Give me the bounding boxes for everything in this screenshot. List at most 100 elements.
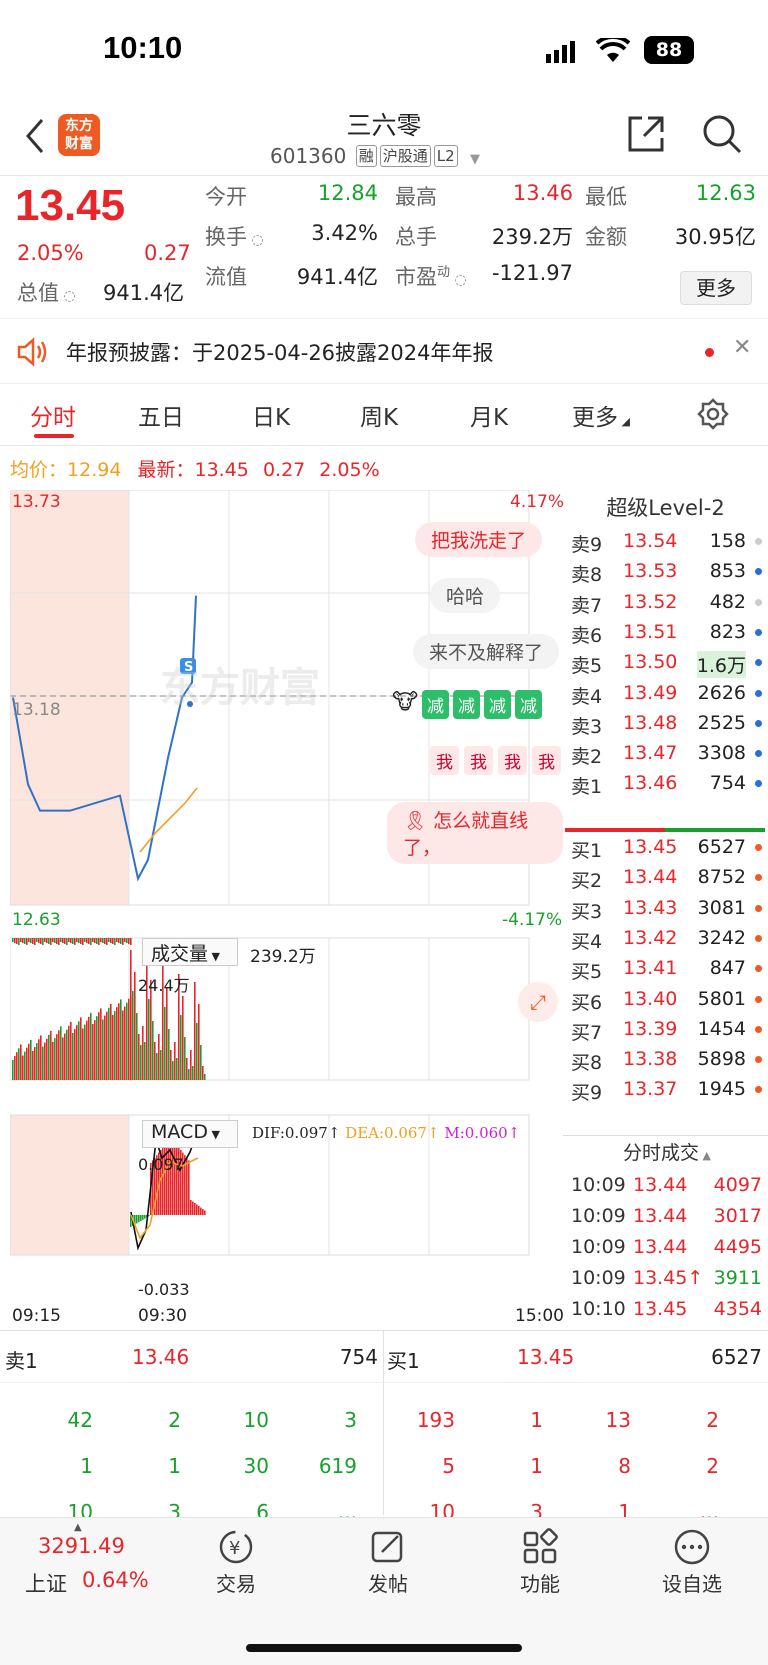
more-button[interactable]: 更多 bbox=[680, 271, 752, 305]
volume-bar bbox=[44, 938, 46, 942]
volume-bar bbox=[100, 938, 102, 942]
volume-bar bbox=[120, 938, 122, 944]
volume-bar bbox=[52, 938, 54, 942]
ask-row[interactable]: 卖6 13.51 823 bbox=[563, 617, 768, 649]
trades-title[interactable]: 分时成交 ▲ bbox=[623, 1138, 711, 1165]
macd-bar bbox=[174, 1142, 176, 1215]
battery-level: 88 bbox=[655, 39, 683, 61]
volume-bar bbox=[166, 988, 168, 1080]
bid-row[interactable]: 买6 13.40 5801 bbox=[563, 984, 768, 1016]
tab-daily-k[interactable]: 日K bbox=[252, 398, 290, 432]
volume-bar bbox=[188, 1069, 190, 1080]
bid-row[interactable]: 买8 13.38 5898 bbox=[563, 1044, 768, 1076]
settings-icon[interactable] bbox=[697, 398, 729, 434]
volume-bar bbox=[96, 1016, 98, 1080]
bid-row[interactable]: 买2 13.44 8752 bbox=[563, 862, 768, 894]
close-icon[interactable]: ✕ bbox=[733, 335, 751, 360]
volume-bar bbox=[106, 938, 108, 945]
avg-price: 12.94 bbox=[67, 459, 122, 481]
volume-bar bbox=[130, 938, 132, 945]
bid-row[interactable]: 买9 13.37 1945 bbox=[563, 1074, 768, 1106]
nav-functions[interactable]: 功能 bbox=[490, 1528, 590, 1597]
bid-row[interactable]: 买7 13.39 1454 bbox=[563, 1014, 768, 1046]
intraday-chart[interactable]: S 13.73 13.18 12.63 4.17% -4.17% 东方财富 把我… bbox=[9, 489, 565, 1329]
queue-cell: 2 bbox=[706, 1454, 719, 1478]
tab-weekly-k[interactable]: 周K bbox=[360, 398, 398, 432]
stat-label: 换手 ◌ bbox=[205, 225, 264, 249]
info-icon: ◌ bbox=[450, 272, 467, 288]
ask-row[interactable]: 卖9 13.54 158 bbox=[563, 526, 768, 558]
notice-bar[interactable]: 年报预披露：于2025-04-26披露2024年年报 ✕ bbox=[0, 318, 768, 384]
volume-bar bbox=[50, 938, 52, 945]
tab-five-day[interactable]: 五日 bbox=[138, 398, 184, 432]
volume-bar bbox=[114, 938, 116, 945]
nav-post[interactable]: 发帖 bbox=[338, 1528, 438, 1597]
avg-price-line bbox=[139, 787, 198, 853]
share-icon[interactable] bbox=[624, 112, 668, 160]
queue-bid-price: 13.45 bbox=[517, 1345, 575, 1369]
ribbon-icon: 🎗 bbox=[403, 810, 428, 832]
change-amount: 0.27 bbox=[144, 241, 191, 265]
pct-max-label: 4.17% bbox=[510, 492, 565, 512]
queue-cell: 42 bbox=[67, 1408, 93, 1432]
macd-bar bbox=[186, 1157, 188, 1215]
volume-bar bbox=[118, 938, 120, 943]
volume-bar bbox=[62, 938, 64, 943]
bid-row[interactable]: 买3 13.43 3081 bbox=[563, 893, 768, 925]
ask-row[interactable]: 卖1 13.46 754 bbox=[563, 768, 768, 800]
dropdown-icon[interactable]: ▼ bbox=[470, 152, 480, 167]
status-dot bbox=[755, 995, 762, 1003]
volume-bar bbox=[104, 1015, 106, 1080]
bottom-nav: ▲ 3291.49 上证 0.64% ¥ 交易 发帖 功能 设自选 bbox=[0, 1517, 768, 1665]
volume-bar bbox=[76, 1025, 78, 1080]
macd-min-label: -0.033 bbox=[138, 1280, 190, 1299]
ask-row[interactable]: 卖2 13.47 3308 bbox=[563, 738, 768, 770]
bid-row[interactable]: 买4 13.42 3242 bbox=[563, 923, 768, 955]
index-ticker[interactable]: ▲ 3291.49 上证 0.64% bbox=[0, 1518, 150, 1618]
volume-bar bbox=[72, 1033, 74, 1080]
expand-icon[interactable]: ⤢ bbox=[518, 982, 558, 1022]
volume-bar bbox=[46, 938, 48, 943]
volume-bar bbox=[106, 1011, 108, 1080]
tab-more[interactable]: 更多 ◢ bbox=[572, 398, 630, 432]
volume-bar bbox=[80, 1017, 82, 1080]
ask-row[interactable]: 卖4 13.49 2626 bbox=[563, 678, 768, 710]
quote-panel: 13.45 2.05% 0.27 总值 ◌ 941.4亿 今开 12.84 最高 13… bbox=[0, 177, 768, 317]
nav-watchlist[interactable]: 设自选 bbox=[642, 1528, 742, 1597]
ask-row[interactable]: 卖7 13.52 482 bbox=[563, 587, 768, 619]
tab-intraday[interactable]: 分时 bbox=[30, 398, 76, 432]
search-icon[interactable] bbox=[700, 112, 744, 160]
volume-bar bbox=[28, 1043, 30, 1080]
volume-bar bbox=[128, 938, 130, 944]
queue-cell: 2 bbox=[706, 1408, 719, 1432]
ask-row[interactable]: 卖5 13.50 1.6万 bbox=[563, 647, 768, 679]
volume-bar bbox=[104, 938, 106, 944]
nav-trade[interactable]: ¥ 交易 bbox=[186, 1528, 286, 1597]
volume-bar bbox=[172, 1061, 174, 1080]
volume-bar bbox=[68, 938, 70, 942]
status-dot bbox=[755, 1056, 762, 1064]
volume-bar bbox=[122, 938, 124, 945]
volume-bar bbox=[78, 1021, 80, 1080]
last-price: 13.45 bbox=[15, 181, 126, 230]
index-pct: 0.64% bbox=[82, 1568, 149, 1592]
volume-bar bbox=[112, 1015, 114, 1080]
macd-selector[interactable]: MACD ▼ bbox=[142, 1120, 238, 1148]
volume-selector[interactable]: 成交量 ▼ bbox=[142, 938, 238, 966]
tab-monthly-k[interactable]: 月K bbox=[470, 398, 508, 432]
volume-bar bbox=[112, 938, 114, 944]
volume-bar bbox=[192, 1066, 194, 1080]
bid-row[interactable]: 买5 13.41 847 bbox=[563, 953, 768, 985]
bid-row[interactable]: 买1 13.45 6527 bbox=[563, 832, 768, 864]
volume-bar bbox=[18, 1048, 20, 1080]
volume-bar bbox=[36, 1043, 38, 1080]
volume-bar bbox=[58, 1030, 60, 1080]
stat-value: 239.2万 bbox=[491, 225, 573, 249]
volume-bar bbox=[48, 1034, 50, 1080]
ask-row[interactable]: 卖3 13.48 2525 bbox=[563, 708, 768, 740]
macd-bar bbox=[188, 1160, 190, 1215]
volume-bar bbox=[56, 1034, 58, 1080]
ask-row[interactable]: 卖8 13.53 853 bbox=[563, 556, 768, 588]
volume-bar bbox=[110, 1003, 112, 1080]
stat-value: 30.95亿 bbox=[674, 225, 756, 249]
